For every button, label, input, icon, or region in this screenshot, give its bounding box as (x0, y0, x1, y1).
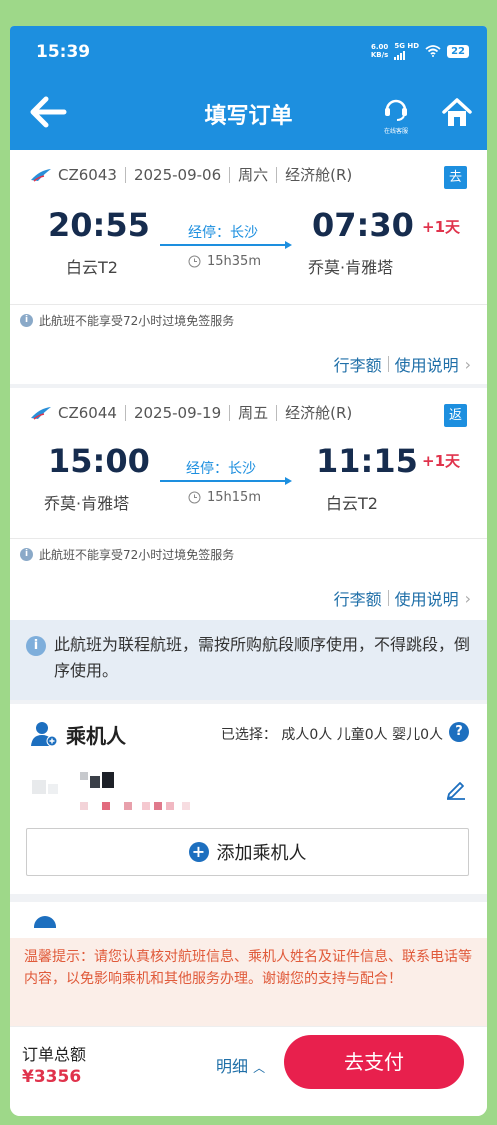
airline-logo-icon (31, 406, 51, 420)
duration-value: 15h35m (207, 254, 261, 269)
online-service-button[interactable]: 在线客服 (376, 94, 416, 138)
chevron-right-icon: › (464, 588, 471, 608)
baggage-link[interactable]: 行李额 (334, 352, 382, 376)
visa-notice: i 此航班不能享受72小时过境免签服务 (20, 546, 234, 563)
connecting-notice-text: 此航班为联程航班，需按所购航段顺序使用，不得跳段，倒序使用。 (54, 635, 471, 680)
add-passenger-label: 添加乘机人 (216, 843, 307, 864)
arrival-time: 07:30 (312, 206, 414, 244)
contact-icon (34, 916, 56, 928)
warm-tip-text: 温馨提示：请您认真核对航班信息、乘机人姓名及证件信息、联系电话等内容，以免影响乘… (24, 949, 472, 987)
chevron-up-icon: ︿ (253, 1061, 266, 1075)
net-speed-value: 6.00 (370, 43, 389, 51)
duration-value: 15h15m (207, 490, 261, 505)
flight-number: CZ6043 (58, 165, 117, 184)
net-type-label: 5G HD (394, 42, 420, 50)
help-icon[interactable]: ? (449, 722, 469, 742)
flight-meta: CZ6044 2025-09-19 周五 经济舱(R) (30, 402, 352, 423)
signal-icon (394, 50, 419, 60)
passenger-title: 乘机人 (66, 724, 126, 748)
order-total-label: 订单总额 (22, 1045, 87, 1064)
flight-date: 2025-09-19 (133, 403, 222, 422)
flight-weekday: 周五 (238, 404, 269, 422)
flight-links-outbound: 行李额 使用说明 › (10, 344, 487, 384)
flight-date: 2025-09-06 (133, 165, 222, 184)
service-label: 在线客服 (383, 128, 408, 135)
home-icon[interactable] (440, 96, 474, 130)
network-speed: 6.00 KB/s (371, 43, 388, 59)
departure-time: 15:00 (48, 442, 150, 480)
stopover-label: 经停：长沙 (186, 461, 256, 477)
visa-notice-text: 此航班不能享受72小时过境免签服务 (39, 314, 235, 328)
arrival-airport: 白云T2 (326, 494, 378, 513)
flight-links: 行李额 使用说明 › (334, 586, 471, 610)
passenger-selected-summary: 已选择： 成人0人 儿童0人 婴儿0人 (220, 727, 443, 743)
passenger-section: 乘机人 已选择： 成人0人 儿童0人 婴儿0人 ? + 添加乘机人 (10, 704, 487, 894)
order-total-amount: ¥3356 (22, 1067, 82, 1087)
network-type: 5G HD (394, 42, 419, 60)
flight-card-return: CZ6044 2025-09-19 周五 经济舱(R) 返 15:00 乔莫·肯… (10, 388, 487, 584)
passenger-icon (31, 722, 58, 747)
flight-weekday: 周六 (238, 166, 269, 184)
departure-airport: 白云T2 (66, 258, 118, 277)
plus-day-badge: +1天 (422, 218, 461, 236)
detail-label: 明细 (216, 1057, 249, 1076)
baggage-link[interactable]: 行李额 (334, 586, 382, 610)
flight-links-return: 行李额 使用说明 › (10, 580, 487, 620)
flight-links: 行李额 使用说明 › (334, 352, 471, 376)
pay-button[interactable]: 去支付 (284, 1035, 464, 1089)
arrival-time: 11:15 (316, 442, 418, 480)
warm-tip-banner: 温馨提示：请您认真核对航班信息、乘机人姓名及证件信息、联系电话等内容，以免影响乘… (10, 938, 487, 1026)
clock-icon (188, 491, 201, 504)
visa-notice: i 此航班不能享受72小时过境免签服务 (20, 312, 234, 329)
status-icons: 6.00 KB/s 5G HD 22 (371, 42, 469, 60)
route-arrow (160, 241, 292, 249)
usage-link[interactable]: 使用说明 (395, 586, 459, 610)
add-icon: + (188, 842, 209, 862)
edit-icon[interactable] (445, 778, 467, 800)
net-speed-unit: KB/s (370, 51, 389, 59)
flight-number: CZ6044 (58, 403, 117, 422)
flight-meta: CZ6043 2025-09-06 周六 经济舱(R) (30, 164, 352, 185)
flight-duration: 15h15m (188, 490, 261, 505)
airline-logo-icon (31, 168, 51, 182)
arrival-airport: 乔莫·肯雅塔 (308, 258, 394, 277)
passenger-entry-redacted[interactable] (32, 772, 212, 816)
visa-notice-text: 此航班不能享受72小时过境免签服务 (39, 548, 235, 562)
usage-link[interactable]: 使用说明 (395, 352, 459, 376)
route-arrow (160, 477, 292, 485)
cabin-class: 经济舱(R) (285, 404, 353, 422)
departure-time: 20:55 (48, 206, 150, 244)
cabin-class: 经济舱(R) (285, 166, 353, 184)
stopover-label: 经停：长沙 (188, 225, 258, 241)
checkout-bar: 订单总额 ¥3356 明细 ︿ 去支付 (10, 1026, 487, 1116)
info-icon: i (26, 636, 46, 656)
status-time: 15:39 (36, 42, 91, 62)
plus-day-badge: +1天 (422, 452, 461, 470)
price-detail-button[interactable]: 明细 ︿ (216, 1053, 265, 1077)
flight-card-outbound: CZ6043 2025-09-06 周六 经济舱(R) 去 20:55 白云T2… (10, 150, 487, 362)
departure-airport: 乔莫·肯雅塔 (44, 494, 130, 513)
app-screen: 15:39 6.00 KB/s 5G HD 22 填写订单 在线客服 CZ604… (10, 26, 487, 1116)
info-icon: i (20, 314, 33, 327)
app-header: 15:39 6.00 KB/s 5G HD 22 填写订单 在线客服 (10, 26, 487, 150)
info-icon: i (20, 548, 33, 561)
direction-badge: 返 (444, 404, 467, 427)
battery-icon: 22 (447, 44, 469, 58)
direction-badge: 去 (444, 166, 467, 189)
add-passenger-button[interactable]: + 添加乘机人 (26, 828, 469, 876)
clock-icon (188, 255, 201, 268)
connecting-flight-notice: i 此航班为联程航班，需按所购航段顺序使用，不得跳段，倒序使用。 (10, 620, 487, 700)
wifi-icon (425, 45, 441, 57)
chevron-right-icon: › (464, 354, 471, 374)
flight-duration: 15h35m (188, 254, 261, 269)
headset-icon (385, 99, 407, 121)
